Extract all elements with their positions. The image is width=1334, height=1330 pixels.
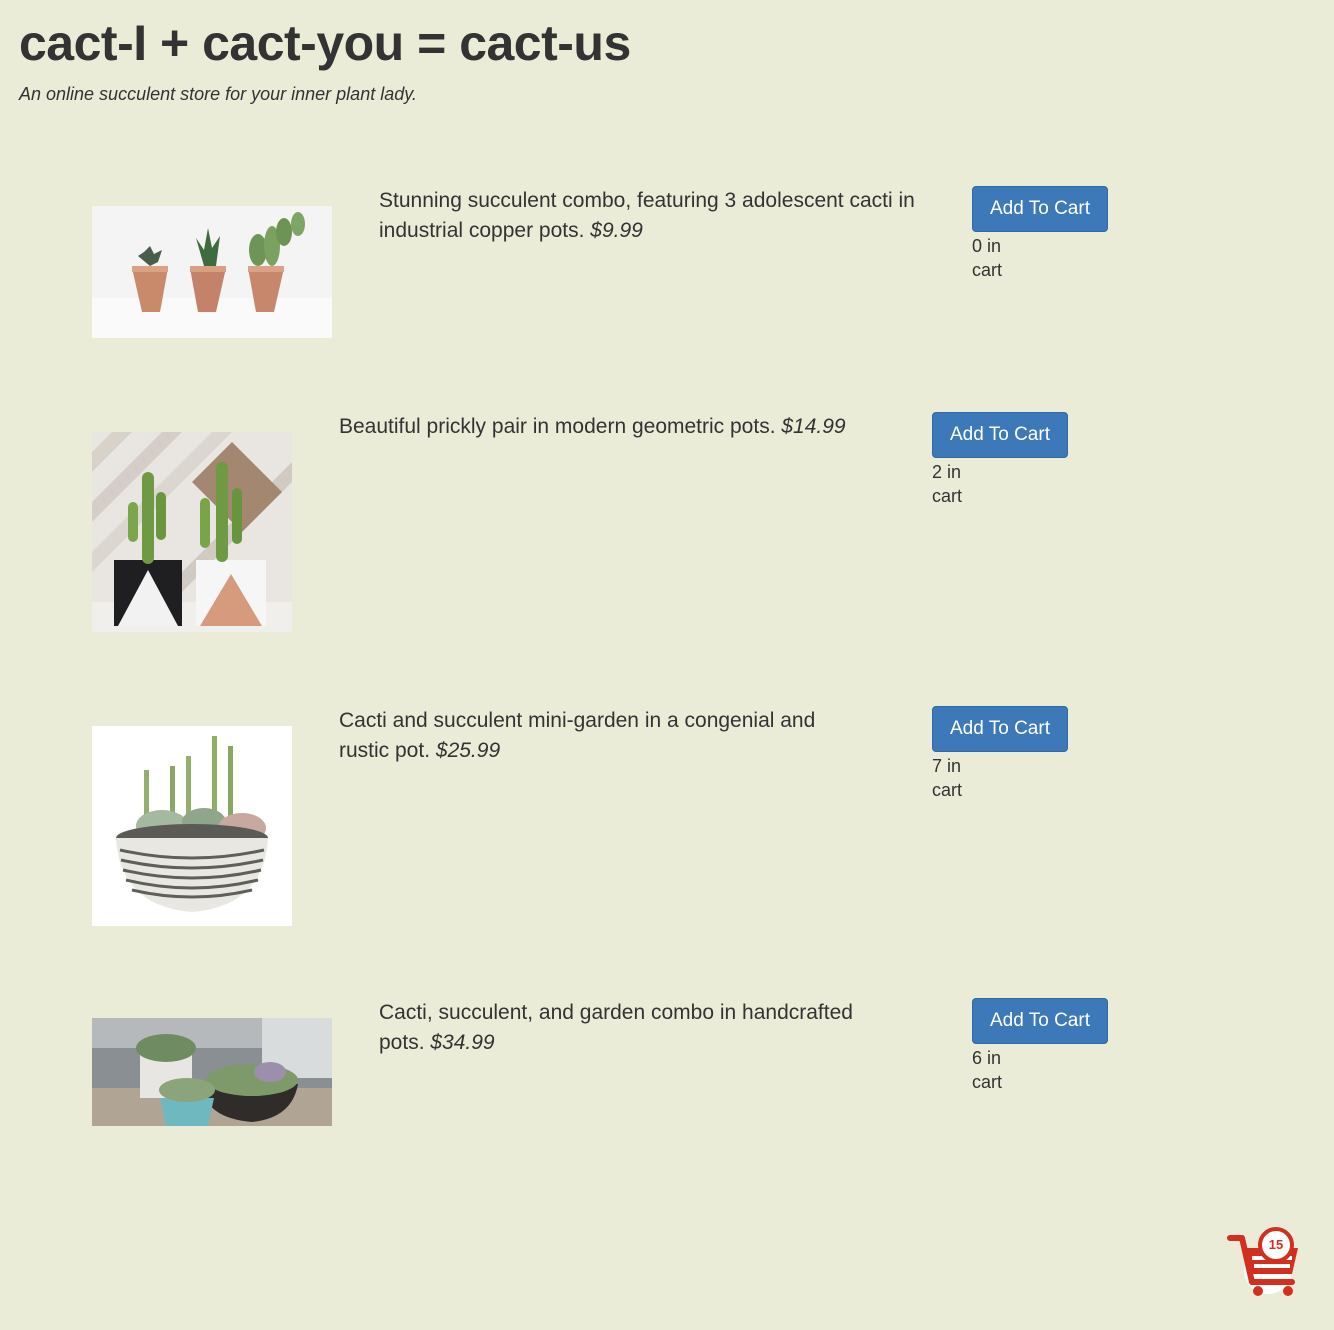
product-image-garden-combo: [92, 1018, 332, 1126]
site-tagline: An online succulent store for your inner…: [19, 84, 417, 104]
product-description-text: Cacti and succulent mini-garden in a con…: [339, 709, 816, 762]
site-title: cact-I + cact-you = cact-us: [19, 15, 631, 71]
in-cart-count: 0 in cart: [972, 236, 1003, 280]
product-description: Cacti and succulent mini-garden in a con…: [339, 706, 859, 766]
product-price: $34.99: [430, 1031, 495, 1054]
product-description: Stunning succulent combo, featuring 3 ad…: [379, 186, 919, 246]
product-price: $9.99: [590, 219, 643, 242]
in-cart-count: 7 in cart: [932, 756, 963, 800]
add-to-cart-button[interactable]: Add To Cart: [972, 186, 1108, 232]
product-description: Beautiful prickly pair in modern geometr…: [339, 412, 879, 442]
cart-count-badge: 15: [1258, 1227, 1294, 1263]
in-cart-count: 6 in cart: [972, 1048, 1003, 1092]
add-to-cart-button[interactable]: Add To Cart: [972, 998, 1108, 1044]
product-description-text: Stunning succulent combo, featuring 3 ad…: [379, 189, 915, 242]
product-price: $25.99: [435, 739, 501, 762]
add-to-cart-button[interactable]: Add To Cart: [932, 706, 1068, 752]
product-price: $14.99: [781, 415, 846, 438]
product-description: Cacti, succulent, and garden combo in ha…: [379, 998, 899, 1058]
product-image-succulent-bowl: [92, 726, 292, 926]
product-image-copper-cacti: [92, 206, 332, 338]
product-description-text: Beautiful prickly pair in modern geometr…: [339, 415, 776, 438]
product-image-geometric-cacti: [92, 432, 292, 632]
cart-widget[interactable]: 15: [1226, 1224, 1304, 1300]
add-to-cart-button[interactable]: Add To Cart: [932, 412, 1068, 458]
in-cart-count: 2 in cart: [932, 462, 963, 506]
